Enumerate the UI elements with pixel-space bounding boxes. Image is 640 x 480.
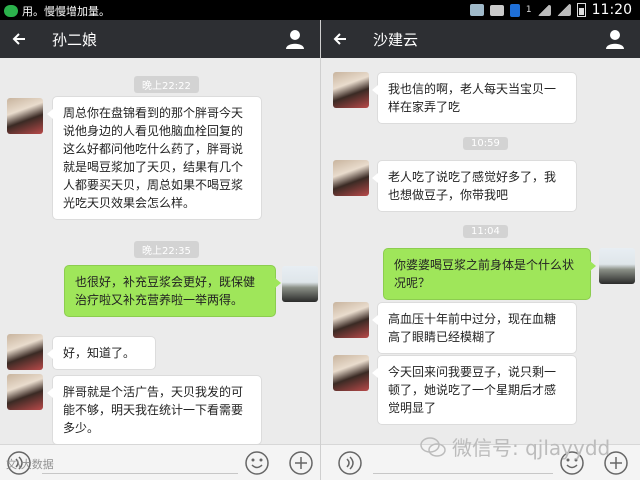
- person-icon[interactable]: [284, 28, 306, 50]
- wechat-logo-icon: [420, 436, 446, 457]
- emoji-icon[interactable]: [244, 450, 270, 476]
- voice-icon[interactable]: [337, 450, 363, 476]
- battery-icon: [576, 3, 586, 17]
- avatar[interactable]: [7, 374, 43, 410]
- back-arrow-icon[interactable]: [331, 29, 351, 49]
- chat-title: 孙二娘: [52, 31, 98, 49]
- status-badge: 1: [525, 5, 532, 15]
- left-chat-panel: 孙二娘 晚上22:22 周总你在盘锦看到的那个胖哥今天说他身边的人看见他脑血栓回…: [0, 20, 320, 480]
- bluetooth-icon: [509, 3, 520, 17]
- message-bubble: 周总你在盘锦看到的那个胖哥今天说他身边的人看见他脑血栓回复的这么好都问他吃什么药…: [47, 96, 262, 220]
- timestamp: 晚上22:35: [134, 241, 199, 258]
- status-bar: 用。慢慢增加量。 1 11:20: [0, 0, 640, 20]
- message-bubble-sent: 你婆婆喝豆浆之前身体是个什么状况呢？: [383, 248, 596, 300]
- avatar-self[interactable]: [599, 248, 635, 284]
- signal-icon: [556, 4, 571, 16]
- watermark-left: 文\大数据: [6, 458, 54, 471]
- message-bubble: 高血压十年前中过分，现在血糖高了眼睛已经模糊了: [372, 302, 577, 354]
- avatar[interactable]: [333, 160, 369, 196]
- right-chat-panel: 沙建云 我也信的啊，老人每天当宝贝一样在家弄了吃 10:59 老人吃了说吃了感觉…: [320, 20, 640, 480]
- cloud-icon: [469, 4, 484, 16]
- timestamp: 晚上22:22: [134, 76, 199, 93]
- right-title-bar: 沙建云: [321, 20, 640, 58]
- message-bubble: 老人吃了说吃了感觉好多了，我也想做豆子，你带我吧: [372, 160, 577, 212]
- avatar[interactable]: [333, 302, 369, 338]
- message-input[interactable]: [373, 473, 553, 474]
- status-left: 用。慢慢增加量。: [4, 3, 110, 19]
- wifi-icon: [537, 4, 551, 16]
- watermark-text: 微信号: qjlayydd: [452, 436, 611, 460]
- message-input[interactable]: [42, 473, 238, 474]
- chat-title: 沙建云: [373, 31, 419, 49]
- message-bubble: 今天回来问我要豆子，说只剩一顿了，她说吃了一个星期后才感觉明显了: [372, 355, 577, 425]
- status-left-text: 用。慢慢增加量。: [22, 5, 110, 18]
- watermark: 微信号: qjlayydd: [420, 432, 610, 461]
- timestamp: 11:04: [463, 225, 508, 238]
- avatar[interactable]: [7, 334, 43, 370]
- clock: 11:20: [591, 2, 632, 18]
- timestamp: 10:59: [463, 137, 508, 150]
- plus-icon[interactable]: [288, 450, 314, 476]
- message-bubble-sent: 也很好，补充豆浆会更好，既保健治疗啦又补充营养啦一举两得。: [64, 265, 281, 317]
- left-title-bar: 孙二娘: [0, 20, 320, 58]
- image-icon: [489, 4, 504, 16]
- person-icon[interactable]: [604, 28, 626, 50]
- message-bubble: 胖哥就是个活广告，天贝我发的可能不够，明天我在统计一下看需要多少。: [47, 375, 262, 445]
- chat-notification-icon: [4, 5, 18, 17]
- avatar[interactable]: [333, 355, 369, 391]
- back-arrow-icon[interactable]: [10, 29, 30, 49]
- message-bubble: 我也信的啊，老人每天当宝贝一样在家弄了吃: [372, 72, 577, 124]
- status-right: 1 11:20: [469, 2, 632, 18]
- message-bubble: 好，知道了。: [47, 336, 156, 370]
- avatar[interactable]: [7, 98, 43, 134]
- avatar[interactable]: [333, 72, 369, 108]
- avatar-self[interactable]: [282, 266, 318, 302]
